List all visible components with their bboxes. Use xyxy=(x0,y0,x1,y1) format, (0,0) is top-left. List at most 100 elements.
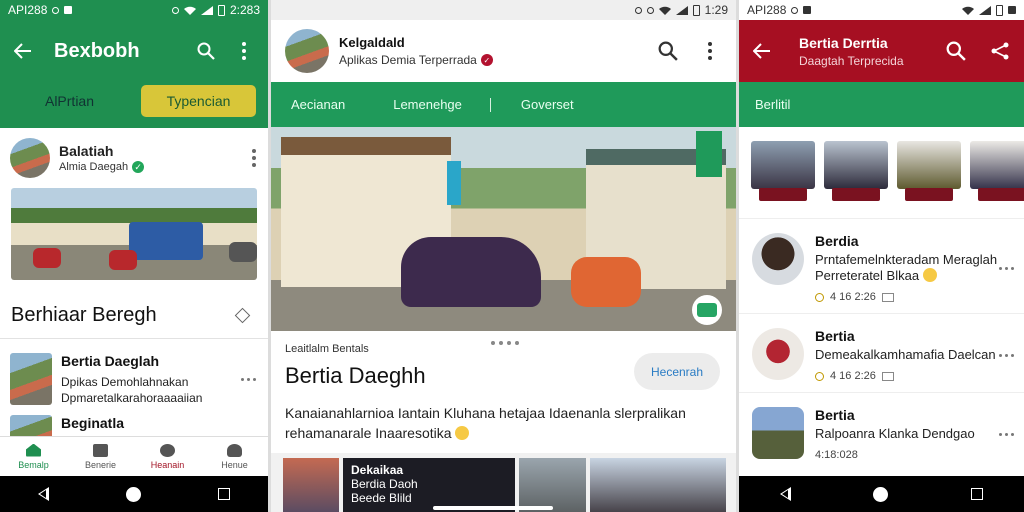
story-item[interactable] xyxy=(970,141,1024,201)
status-bar: API288 2:283 xyxy=(0,0,268,20)
battery-icon xyxy=(217,4,225,16)
news-item[interactable]: Berdia Prntafemelnkteradam Meraglah Perr… xyxy=(739,219,1024,303)
news-thumbnail xyxy=(752,328,804,380)
related-thumbnail[interactable] xyxy=(519,458,586,512)
smile-emoji-icon xyxy=(922,268,937,282)
channel-subtitle: Aplikas Demia Terperrada xyxy=(339,53,477,67)
news-description-text: Prntafemelnkteradam Meraglah Perreterate… xyxy=(815,252,998,283)
tab-first[interactable]: Aecianan xyxy=(291,97,345,112)
system-home-icon[interactable] xyxy=(125,486,141,502)
channel-name: Kelgaldald xyxy=(339,35,405,50)
search-icon[interactable] xyxy=(946,41,966,61)
clock-label: 1:29 xyxy=(704,3,728,17)
tab-bar: AlPrtian Typencian xyxy=(0,82,268,128)
story-item[interactable] xyxy=(751,141,815,201)
search-icon[interactable] xyxy=(196,41,216,61)
status-circle-icon xyxy=(646,6,654,14)
wifi-icon xyxy=(183,6,196,15)
search-icon[interactable] xyxy=(658,41,678,61)
phone-middle: 1:29 Kelgaldald Aplikas Demia Terperrada… xyxy=(271,0,736,512)
nav-label: Bemalp xyxy=(18,459,49,470)
share-icon[interactable] xyxy=(990,41,1010,61)
bookmark-icon[interactable] xyxy=(234,307,251,323)
screenshot-stage: API288 2:283 Bexbobh AlPrtian Typencian … xyxy=(0,0,1024,512)
clock-label: 2:283 xyxy=(229,3,260,17)
overflow-menu-icon[interactable] xyxy=(700,41,720,61)
nav-item-profile[interactable]: Henue xyxy=(201,437,268,476)
back-arrow-icon[interactable] xyxy=(14,43,32,59)
tab-first[interactable]: Berlitil xyxy=(755,97,790,112)
list-thumbnail xyxy=(10,415,52,436)
list-item-title: Bertia Daeglah xyxy=(61,353,160,369)
author-name[interactable]: Balatiah xyxy=(59,143,252,159)
related-line3: Beede Blild xyxy=(351,491,412,505)
divider xyxy=(0,338,268,339)
author-avatar[interactable] xyxy=(10,138,50,178)
tab-second[interactable]: Typencian xyxy=(141,85,256,117)
post-title-row: Berhiaar Beregh xyxy=(0,284,268,334)
system-home-icon[interactable] xyxy=(873,486,889,502)
alarm-icon xyxy=(634,6,642,14)
hero-image[interactable] xyxy=(271,127,736,331)
overflow-menu-icon[interactable] xyxy=(234,41,254,61)
related-line1: Dekaikaa xyxy=(351,463,404,477)
carrier-label: API288 xyxy=(747,3,787,17)
system-back-icon[interactable] xyxy=(780,487,792,501)
story-item[interactable] xyxy=(824,141,888,201)
list-item[interactable]: Beginatla xyxy=(0,413,268,436)
follow-button[interactable]: Hecenrah xyxy=(634,353,720,390)
news-description: Ralpoanra Klanka Dendgao xyxy=(815,426,975,441)
nav-item-home[interactable]: Bemalp xyxy=(0,437,67,476)
back-arrow-icon[interactable] xyxy=(753,43,771,59)
story-item[interactable] xyxy=(897,141,961,201)
post-image[interactable] xyxy=(11,188,257,280)
tab-second[interactable]: Lemenehge xyxy=(393,97,462,112)
tab-third[interactable]: Goverset xyxy=(521,97,574,112)
news-menu-icon[interactable] xyxy=(999,328,1014,382)
related-card[interactable]: Dekaikaa Berdia Daoh Beede Blild xyxy=(343,458,515,512)
list-thumbnail xyxy=(10,353,52,405)
news-item[interactable]: Bertia Demeakalkamhamafia Daelcan 4 16 2… xyxy=(739,314,1024,382)
system-back-icon[interactable] xyxy=(38,487,50,501)
app-icon[interactable] xyxy=(692,295,722,325)
person-icon xyxy=(227,443,242,457)
system-recents-icon[interactable] xyxy=(970,488,983,500)
status-bar: 1:29 xyxy=(271,0,736,20)
news-item[interactable]: Bertia Ralpoanra Klanka Dendgao 4:18:028 xyxy=(739,393,1024,461)
stories-row xyxy=(739,127,1024,219)
verified-badge-icon: ✓ xyxy=(480,54,493,66)
author-handle: Almia Daegah xyxy=(59,161,129,173)
related-line2: Berdia Daoh xyxy=(351,477,418,491)
list-item-menu-icon[interactable] xyxy=(241,353,256,405)
news-menu-icon[interactable] xyxy=(999,407,1014,461)
notification-icon xyxy=(64,6,73,14)
signal-icon xyxy=(979,5,991,15)
signal-icon xyxy=(200,5,213,15)
nav-item-tv[interactable]: Benerie xyxy=(67,437,134,476)
save-icon[interactable] xyxy=(881,292,894,302)
pin-icon xyxy=(160,443,175,457)
news-description: Demeakalkamhamafia Daelcan xyxy=(815,347,996,362)
alarm-icon xyxy=(171,6,179,14)
post-header: Balatiah Almia Daegah ✓ xyxy=(0,128,268,184)
carrier-label: API288 xyxy=(8,3,48,17)
nav-item-pin[interactable]: Heanain xyxy=(134,437,201,476)
post-menu-icon[interactable] xyxy=(252,149,256,167)
save-icon[interactable] xyxy=(881,371,894,381)
tab-bar: Berlitil xyxy=(739,82,1024,127)
battery-icon xyxy=(692,4,700,16)
system-recents-icon[interactable] xyxy=(217,488,230,500)
list-item[interactable]: Bertia Daeglah Dpikas Demohlahnakan Dpma… xyxy=(0,343,268,413)
bottom-navigation: Bemalp Benerie Heanain Henue xyxy=(0,436,268,476)
related-thumbnail[interactable] xyxy=(590,458,726,512)
news-menu-icon[interactable] xyxy=(999,233,1014,303)
channel-avatar[interactable] xyxy=(285,29,329,73)
related-thumbnail[interactable] xyxy=(283,458,339,512)
tab-first[interactable]: AlPrtian xyxy=(12,85,127,117)
notification-icon xyxy=(803,6,812,14)
related-strip: Dekaikaa Berdia Daoh Beede Blild xyxy=(283,458,726,512)
list-item-line1: Dpikas Demohlahnakan xyxy=(61,375,189,389)
news-title: Berdia xyxy=(815,233,859,249)
battery-level-icon xyxy=(1008,6,1016,14)
post-title[interactable]: Berhiaar Beregh xyxy=(11,304,237,327)
